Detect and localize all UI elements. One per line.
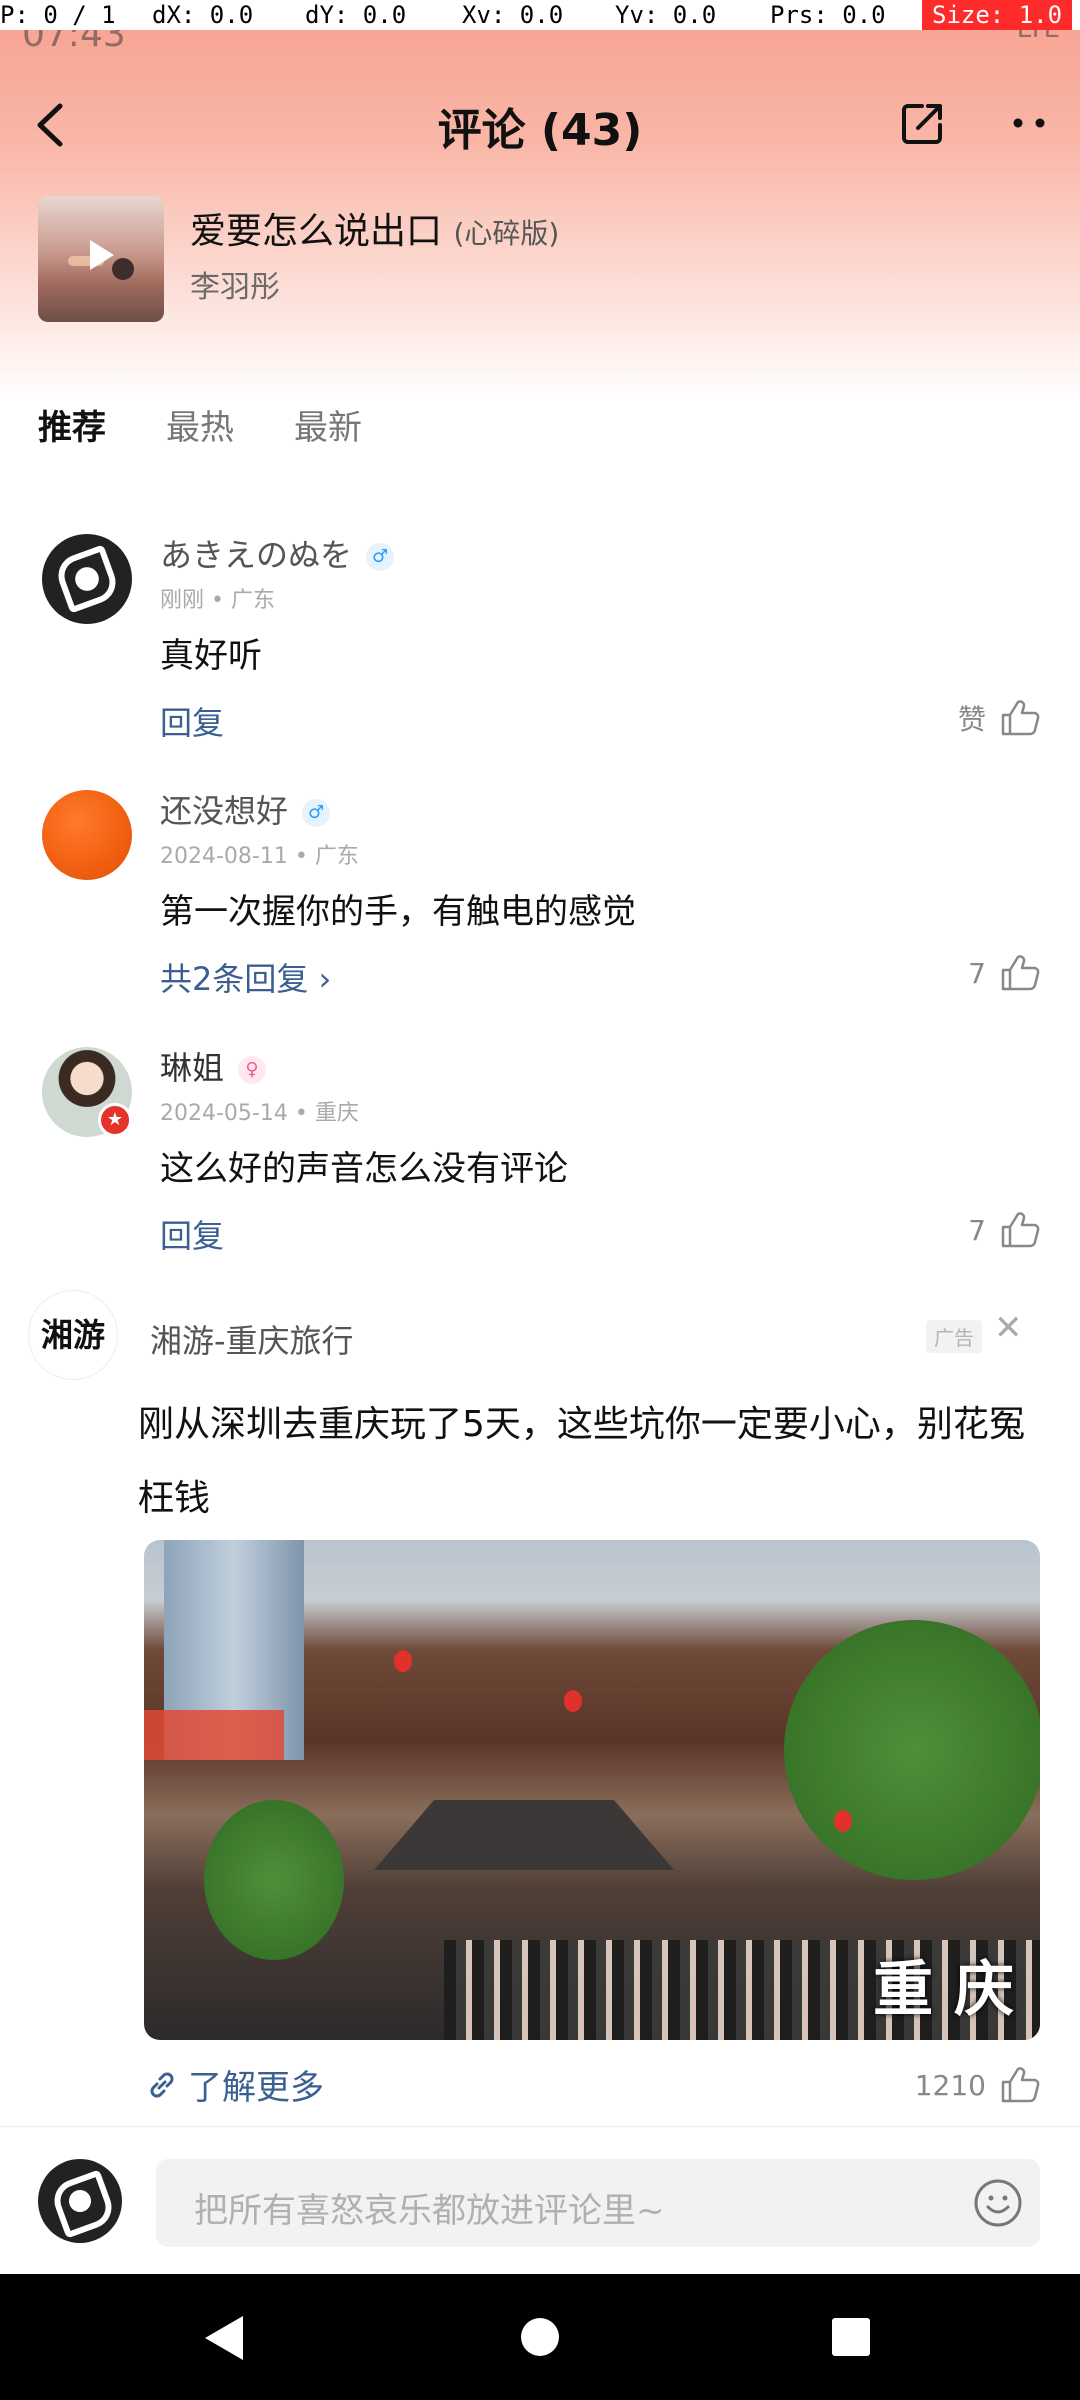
female-icon: ♀: [238, 1056, 267, 1084]
male-icon: ♂: [302, 799, 331, 827]
avatar[interactable]: [42, 790, 132, 880]
image-bridge: [144, 1710, 284, 1760]
image-tree: [204, 1800, 344, 1960]
image-pavilion-roof: [374, 1800, 674, 1870]
username-text: あきえのぬを: [160, 536, 353, 574]
like-count: 7: [968, 1213, 986, 1247]
thumbs-up-icon: [1001, 700, 1040, 736]
comment-meta: 2024-08-11 • 广东: [160, 844, 359, 869]
link-icon: [150, 2072, 174, 2097]
ad-card[interactable]: 湘游 湘游-重庆旅行 广告 ✕ 刚从深圳去重庆玩了5天，这些坑你一定要小心，别花…: [0, 1270, 1080, 2130]
lantern-icon: [564, 1690, 582, 1712]
header: 评论 (43): [0, 80, 1080, 170]
song-cover[interactable]: [38, 196, 164, 322]
comment-input-placeholder: 把所有喜怒哀乐都放进评论里~: [194, 2191, 665, 2231]
star-badge-icon: ★: [98, 1103, 132, 1137]
tab-newest[interactable]: 最新: [294, 400, 362, 449]
close-icon[interactable]: ✕: [994, 1308, 1023, 1348]
smiley-icon: [974, 2179, 1022, 2227]
like-count: 7: [968, 956, 986, 990]
my-avatar[interactable]: [38, 2159, 122, 2243]
learn-more-label: 了解更多: [188, 2068, 324, 2108]
debug-pointer: P: 0 / 1: [0, 1, 116, 29]
lantern-icon: [834, 1810, 852, 1832]
comment-meta: 刚刚 • 广东: [160, 588, 275, 613]
emoji-button[interactable]: [972, 2177, 1024, 2229]
share-icon: [902, 104, 942, 144]
comment-input[interactable]: 把所有喜怒哀乐都放进评论里~: [156, 2159, 1040, 2247]
thumbs-up-icon: [1001, 1212, 1040, 1248]
reply-button[interactable]: 回复: [160, 698, 224, 744]
like-count: 赞: [957, 703, 986, 736]
like-button[interactable]: 赞: [958, 698, 1040, 738]
song-title: 爱要怎么说出口 (心碎版): [190, 202, 559, 254]
ad-label-badge: 广告: [926, 1320, 982, 1353]
comment-meta: 2024-05-14 • 重庆: [160, 1101, 359, 1126]
song-info[interactable]: 爱要怎么说出口 (心碎版) 李羽彤: [38, 196, 1048, 322]
lantern-icon: [394, 1650, 412, 1672]
username-text: 琳姐: [160, 1049, 225, 1087]
song-artist[interactable]: 李羽彤: [190, 262, 280, 306]
debug-prs: Prs: 0.0: [770, 1, 886, 29]
image-caption: 重 庆: [873, 1955, 1014, 2025]
cover-art-tree: [112, 258, 134, 280]
tab-recommended[interactable]: 推荐: [38, 400, 106, 449]
more-dots-icon: [1013, 118, 1045, 128]
comment-text: 第一次握你的手，有触电的感觉: [160, 892, 636, 932]
nav-home-icon[interactable]: [521, 2318, 559, 2356]
view-replies-button[interactable]: 共2条回复 ›: [160, 954, 331, 1000]
debug-xv: Xv: 0.0: [462, 1, 564, 29]
username-text: 还没想好: [160, 792, 289, 830]
debug-dy: dY: 0.0: [305, 1, 407, 29]
like-button[interactable]: 7: [968, 954, 1040, 992]
ad-image[interactable]: 重 庆: [144, 1540, 1040, 2040]
debug-dx: dX: 0.0: [152, 1, 254, 29]
image-tree: [784, 1620, 1040, 1880]
play-icon: [90, 240, 114, 270]
like-button[interactable]: 1210: [915, 2066, 1040, 2104]
like-count: 1210: [914, 2068, 986, 2102]
tab-hottest[interactable]: 最热: [166, 400, 234, 449]
system-navigation-bar: [0, 2274, 1080, 2400]
comment-text: 真好听: [160, 636, 262, 676]
nav-recents-icon[interactable]: [832, 2318, 870, 2356]
reply-button[interactable]: 回复: [160, 1211, 224, 1257]
comment-composer: 把所有喜怒哀乐都放进评论里~: [0, 2126, 1080, 2274]
thumbs-up-icon: [1001, 955, 1040, 991]
comment-username[interactable]: 还没想好 ♂: [160, 786, 331, 832]
song-version-tag: (心碎版): [453, 217, 560, 250]
ad-text[interactable]: 刚从深圳去重庆玩了5天，这些坑你一定要小心，别花冤枉钱: [138, 1388, 1038, 1536]
song-name: 爱要怎么说出口: [190, 211, 443, 252]
nav-back-icon[interactable]: [205, 2316, 243, 2360]
comment-username[interactable]: 琳姐 ♀: [160, 1043, 267, 1089]
thumbs-up-icon: [1001, 2067, 1040, 2103]
debug-size: Size: 1.0: [922, 0, 1073, 30]
avatar[interactable]: [42, 534, 132, 624]
ad-advertiser-name[interactable]: 湘游-重庆旅行: [150, 1316, 354, 1362]
male-icon: ♂: [366, 543, 395, 571]
share-button[interactable]: [898, 98, 948, 148]
pointer-debug-overlay: P: 0 / 1 dX: 0.0 dY: 0.0 Xv: 0.0 Yv: 0.0…: [0, 0, 1080, 30]
debug-yv: Yv: 0.0: [615, 1, 717, 29]
avatar-mark: [52, 544, 122, 614]
ad-logo[interactable]: 湘游: [28, 1290, 118, 1380]
avatar-mark: [48, 2169, 118, 2239]
like-button[interactable]: 7: [968, 1211, 1040, 1249]
comment-username[interactable]: あきえのぬを ♂: [160, 530, 395, 576]
comment-text: 这么好的声音怎么没有评论: [160, 1149, 568, 1189]
learn-more-link[interactable]: 了解更多: [144, 2060, 324, 2109]
more-button[interactable]: [1000, 98, 1060, 148]
